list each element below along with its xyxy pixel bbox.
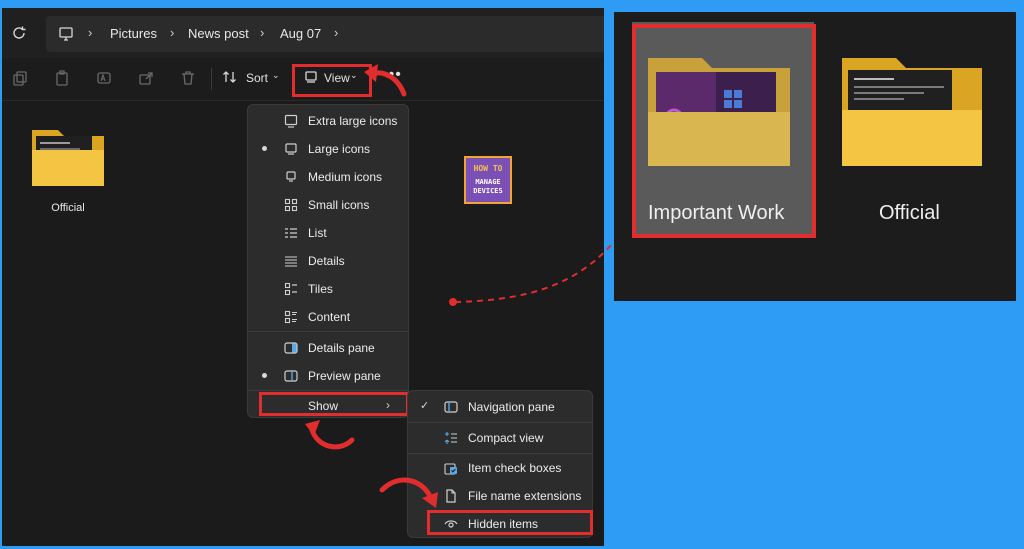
- curved-arrow-hidden: [379, 477, 433, 499]
- curved-arrow-view: [369, 70, 407, 97]
- curved-arrow-show: [309, 427, 355, 450]
- curved-arrow-view-head: [364, 64, 378, 82]
- curved-arrow-show-head: [305, 420, 320, 436]
- folder-icon[interactable]: [838, 50, 986, 170]
- highlight-box-important-work: [632, 24, 816, 238]
- folder-label-official[interactable]: Official: [879, 202, 940, 225]
- connector-dot: [449, 298, 457, 306]
- zoomed-inset: Important Work Official: [614, 12, 1016, 301]
